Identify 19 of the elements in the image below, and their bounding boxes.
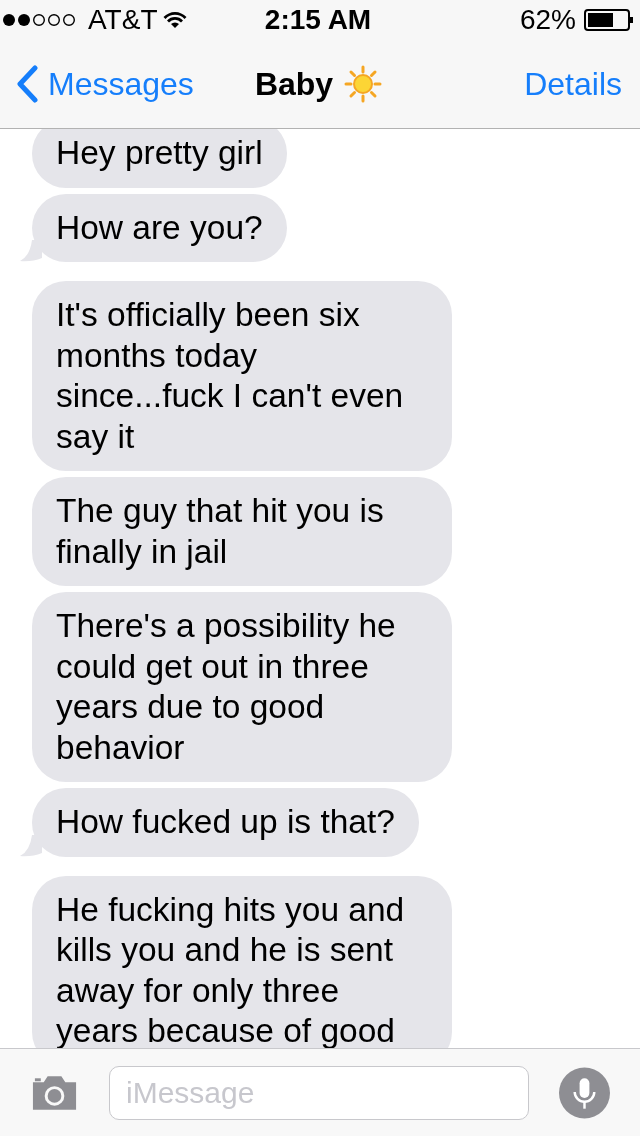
- chevron-icon: [16, 65, 38, 103]
- wifi-icon: [163, 11, 188, 29]
- message-bubble: The guy that hit you is finally in jail: [32, 477, 452, 586]
- message-bubble: Hey pretty girl: [32, 129, 287, 188]
- message-bubble: It's officially been six months today since...fuck I can't even say it: [32, 281, 452, 471]
- back-button[interactable]: Messages: [16, 65, 255, 103]
- message-input[interactable]: iMessage: [109, 1065, 529, 1120]
- carrier-name: AT&T: [88, 4, 158, 36]
- camera-icon[interactable]: [30, 1073, 79, 1112]
- battery-percent: 62%: [519, 4, 576, 36]
- sun-icon: [343, 64, 384, 104]
- contact-name: Baby: [254, 65, 334, 103]
- details-link[interactable]: Details: [383, 65, 622, 103]
- message-bubble: There's a possibility he could get out in three years due to good behavior: [32, 592, 452, 782]
- battery-icon: [584, 9, 634, 31]
- status-time: 2:15 AM: [264, 4, 372, 36]
- message-bubble: How are you?: [32, 193, 287, 262]
- microphone-icon[interactable]: [559, 1066, 610, 1119]
- message-bubble: How fucked up is that?: [32, 788, 419, 857]
